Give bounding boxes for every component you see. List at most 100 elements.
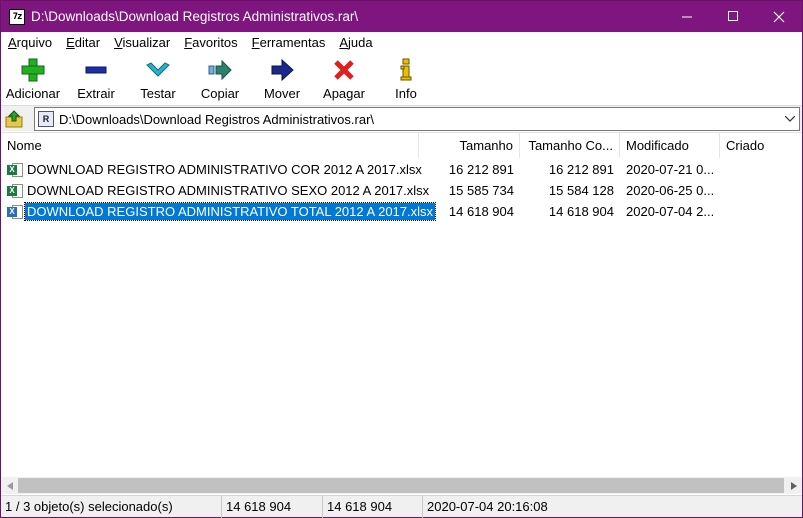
app-window: 7z D:\Downloads\Download Registros Admin…	[0, 0, 803, 518]
info-button-label: Info	[395, 86, 417, 101]
delete-button[interactable]: Apagar	[313, 53, 375, 104]
add-button[interactable]: Adicionar	[1, 53, 65, 104]
menu-visualizar-key: V	[114, 35, 123, 50]
window-title: D:\Downloads\Download Registros Administ…	[31, 9, 359, 24]
move-button-label: Mover	[263, 86, 301, 101]
file-modified: 2020-06-25 0...	[626, 183, 715, 198]
file-name-cell: X DOWNLOAD REGISTRO ADMINISTRATIVO TOTAL…	[1, 202, 437, 221]
copy-button[interactable]: Copiar	[189, 53, 251, 104]
menu-visualizar[interactable]: Visualizar	[107, 32, 177, 53]
move-arrow-icon	[269, 57, 295, 83]
extract-button-label: Extrair	[77, 86, 115, 101]
excel-badge: X	[7, 206, 17, 217]
copy-arrow-icon	[207, 57, 233, 83]
info-button[interactable]: Info	[375, 53, 437, 104]
toolbar: Adicionar Extrair Testar Copiar Mover Ap…	[1, 53, 802, 104]
maximize-button[interactable]	[710, 1, 756, 32]
file-size: 16 212 891	[448, 162, 514, 177]
table-row-selected[interactable]: X DOWNLOAD REGISTRO ADMINISTRATIVO TOTAL…	[1, 201, 802, 222]
file-name: DOWNLOAD REGISTRO ADMINISTRATIVO SEXO 20…	[27, 183, 430, 198]
column-created[interactable]: Criado	[720, 133, 802, 158]
status-modified: 2020-07-04 20:16:08	[427, 499, 548, 514]
file-rows: X DOWNLOAD REGISTRO ADMINISTRATIVO COR 2…	[1, 159, 802, 222]
file-size: 14 618 904	[448, 204, 514, 219]
menu-editar-key: E	[66, 35, 75, 50]
scroll-right-button[interactable]	[785, 477, 802, 494]
status-bar: 1 / 3 objeto(s) selecionado(s) 14 618 90…	[1, 495, 802, 518]
file-name-cell: X DOWNLOAD REGISTRO ADMINISTRATIVO COR 2…	[1, 161, 422, 178]
folder-up-button[interactable]	[1, 107, 27, 131]
7zip-app-icon[interactable]: 7z	[9, 8, 25, 25]
file-name: DOWNLOAD REGISTRO ADMINISTRATIVO COR 201…	[27, 162, 422, 177]
address-field[interactable]: R D:\Downloads\Download Registros Admini…	[34, 107, 800, 131]
address-dropdown-button[interactable]	[783, 111, 797, 127]
menu-ajuda[interactable]: Ajuda	[332, 32, 379, 53]
status-packed-size: 14 618 904	[323, 495, 423, 518]
excel-badge: X	[7, 164, 17, 175]
scroll-left-icon	[6, 481, 13, 490]
excel-file-icon: X	[7, 204, 23, 220]
test-button[interactable]: Testar	[127, 53, 189, 104]
file-modified: 2020-07-21 0...	[626, 162, 715, 177]
scroll-right-icon	[790, 481, 797, 490]
copy-button-label: Copiar	[200, 86, 240, 101]
address-bar: R D:\Downloads\Download Registros Admini…	[1, 105, 802, 131]
file-size: 15 585 734	[448, 183, 514, 198]
menu-ferramentas-key: F	[251, 35, 260, 50]
excel-file-icon: X	[7, 183, 23, 199]
file-modified: 2020-07-04 2...	[626, 204, 715, 219]
column-packed-size[interactable]: Tamanho Co...	[520, 133, 620, 158]
file-list[interactable]: Nome Tamanho Tamanho Co... Modificado Cr…	[1, 132, 802, 494]
minimize-button[interactable]	[664, 1, 710, 32]
menu-ajuda-key: A	[339, 35, 349, 50]
menu-arquivo-key: A	[8, 35, 17, 50]
menu-editar[interactable]: Editar	[59, 32, 107, 53]
check-icon	[145, 57, 171, 83]
delete-x-icon	[331, 57, 357, 83]
column-name[interactable]: Nome	[1, 133, 419, 158]
scroll-left-button[interactable]	[1, 477, 18, 494]
menu-editar-rest: ditar	[74, 35, 101, 50]
extract-button[interactable]: Extrair	[65, 53, 127, 104]
close-icon	[773, 11, 785, 22]
excel-file-icon: X	[7, 162, 23, 178]
menu-ajuda-rest: juda	[348, 35, 373, 50]
menu-arquivo[interactable]: Arquivo	[1, 32, 59, 53]
table-row[interactable]: X DOWNLOAD REGISTRO ADMINISTRATIVO COR 2…	[1, 159, 802, 180]
move-button[interactable]: Mover	[251, 53, 313, 104]
column-modified[interactable]: Modificado	[620, 133, 720, 158]
maximize-icon	[727, 11, 738, 21]
title-bar[interactable]: 7z D:\Downloads\Download Registros Admin…	[1, 1, 802, 32]
file-packed-size: 16 212 891	[548, 162, 614, 177]
minimize-icon	[681, 16, 692, 18]
menu-ferramentas[interactable]: Ferramentas	[245, 32, 333, 53]
menu-favoritos[interactable]: Favoritos	[177, 32, 244, 53]
menu-favoritos-rest: avoritos	[192, 35, 238, 50]
file-packed-size: 15 584 128	[548, 183, 614, 198]
menu-ferramentas-rest: erramentas	[259, 35, 326, 50]
excel-badge: X	[7, 185, 17, 196]
chevron-down-icon	[785, 116, 795, 122]
menu-bar: Arquivo Editar Visualizar Favoritos Ferr…	[1, 32, 802, 53]
file-name-cell: X DOWNLOAD REGISTRO ADMINISTRATIVO SEXO …	[1, 182, 429, 199]
scroll-track[interactable]	[18, 477, 785, 494]
menu-arquivo-rest: rquivo	[16, 35, 53, 50]
minus-icon	[83, 57, 109, 83]
column-size[interactable]: Tamanho	[419, 133, 520, 158]
horizontal-scrollbar[interactable]	[1, 477, 802, 494]
archive-icon: R	[38, 111, 54, 127]
window-controls	[664, 1, 802, 32]
menu-visualizar-rest: isualizar	[122, 35, 171, 50]
info-icon	[393, 57, 419, 83]
table-row[interactable]: X DOWNLOAD REGISTRO ADMINISTRATIVO SEXO …	[1, 180, 802, 201]
status-selection: 1 / 3 objeto(s) selecionado(s)	[1, 495, 222, 518]
file-name: DOWNLOAD REGISTRO ADMINISTRATIVO TOTAL 2…	[23, 202, 437, 221]
plus-icon	[20, 57, 46, 83]
column-header: Nome Tamanho Tamanho Co... Modificado Cr…	[1, 133, 802, 158]
scroll-thumb[interactable]	[18, 478, 784, 493]
file-packed-size: 14 618 904	[548, 204, 614, 219]
add-button-label: Adicionar	[5, 86, 61, 101]
folder-up-icon	[5, 109, 23, 127]
status-size: 14 618 904	[222, 495, 323, 518]
close-button[interactable]	[756, 1, 802, 32]
